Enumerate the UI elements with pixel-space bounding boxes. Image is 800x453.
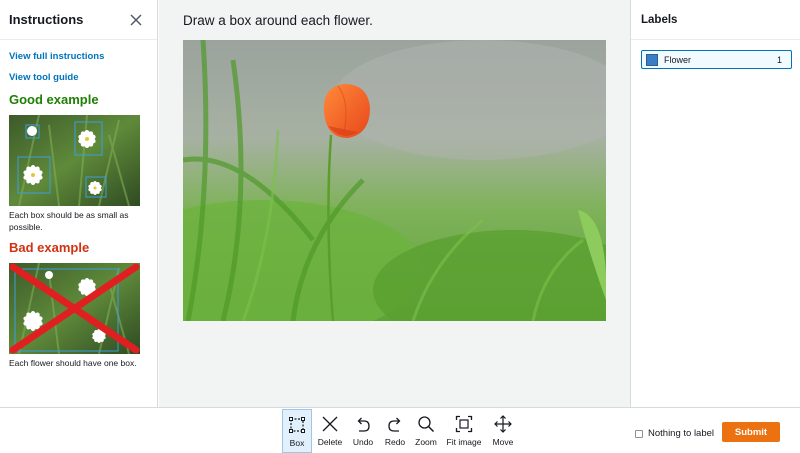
task-prompt: Draw a box around each flower.	[183, 13, 373, 28]
label-count: 1	[776, 54, 782, 65]
delete-tool-label: Delete	[317, 437, 343, 447]
redo-icon	[388, 417, 401, 432]
redo-tool-label: Redo	[384, 437, 406, 447]
bad-example-title: Bad example	[9, 240, 90, 255]
box-tool-label: Box	[289, 438, 305, 448]
instructions-header: Instructions	[0, 0, 157, 40]
view-tool-guide-link[interactable]: View tool guide	[0, 72, 157, 83]
zoom-tool-button[interactable]: Zoom	[412, 409, 440, 453]
box-icon	[289, 417, 305, 433]
labels-title: Labels	[641, 13, 678, 26]
instructions-title: Instructions	[9, 12, 84, 27]
label-name: Flower	[664, 54, 692, 65]
image-canvas[interactable]	[183, 40, 606, 321]
close-icon[interactable]	[129, 13, 143, 27]
move-tool-label: Move	[492, 437, 514, 447]
good-example-caption: Each box should be as small as possible.	[9, 210, 129, 232]
label-item-flower[interactable]: Flower 1	[641, 50, 792, 69]
view-full-instructions-link[interactable]: View full instructions	[0, 51, 157, 62]
undo-tool-button[interactable]: Undo	[349, 409, 377, 453]
zoom-icon	[418, 416, 435, 433]
move-tool-button[interactable]: Move	[489, 409, 517, 453]
good-example-title: Good example	[9, 92, 99, 107]
good-example-image	[9, 115, 140, 206]
instructions-panel: Instructions View full instructions View…	[0, 0, 158, 407]
zoom-tool-label: Zoom	[415, 437, 437, 447]
bad-example-caption: Each flower should have one box.	[9, 358, 137, 368]
labels-header: Labels	[631, 0, 800, 40]
bad-example-image	[9, 263, 140, 354]
labels-panel: Labels Flower 1	[630, 0, 800, 407]
redo-tool-button[interactable]: Redo	[381, 409, 409, 453]
box-tool-button[interactable]: Box	[282, 409, 312, 453]
delete-icon	[322, 416, 338, 432]
fit-image-tool-label: Fit image	[446, 437, 482, 447]
labeling-workspace: Draw a box around each flower.	[159, 0, 630, 407]
undo-tool-label: Undo	[352, 437, 374, 447]
bottom-toolbar: Box Delete Undo Redo Zoom Fit image Move…	[0, 407, 800, 453]
delete-tool-button[interactable]: Delete	[315, 409, 345, 453]
nothing-to-label-text: Nothing to label	[648, 428, 715, 439]
fit-image-tool-button[interactable]: Fit image	[445, 409, 483, 453]
undo-icon	[357, 417, 370, 432]
checkbox-box[interactable]	[635, 429, 643, 438]
move-icon	[494, 415, 512, 433]
submit-button[interactable]: Submit	[722, 422, 780, 442]
nothing-to-label-checkbox[interactable]: Nothing to label	[635, 428, 714, 439]
fit-image-icon	[455, 415, 473, 433]
label-color-swatch	[646, 53, 658, 66]
